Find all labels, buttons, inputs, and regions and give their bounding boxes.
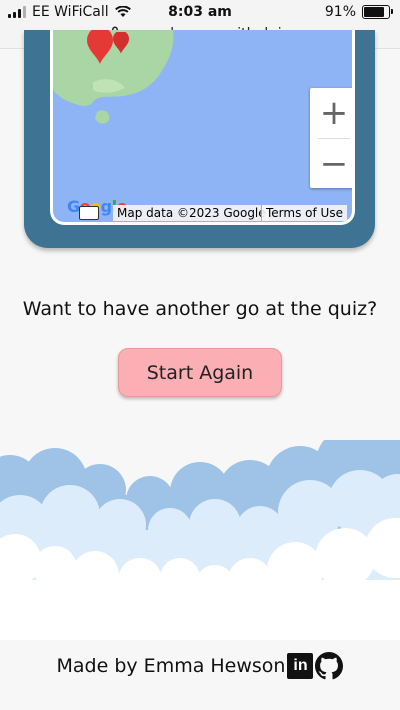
zoom-out-button[interactable]: − — [310, 139, 352, 189]
zoom-in-button[interactable]: + — [310, 88, 352, 138]
terms-link[interactable]: Terms of Use — [261, 205, 347, 221]
map-marker-icon[interactable] — [87, 30, 113, 64]
github-icon[interactable] — [315, 652, 344, 680]
social-links: in — [287, 652, 344, 680]
footer-credit: Made by Emma Hewson — [56, 655, 286, 677]
zoom-control: + − — [310, 88, 352, 189]
clouds-illustration — [0, 440, 400, 640]
status-bar: EE WiFiCall 8:03 am 91% — [0, 0, 400, 26]
map-view[interactable]: + − Google Map data ©2023 Google Terms o… — [50, 30, 355, 225]
play-again-prompt: Want to have another go at the quiz? — [22, 298, 378, 320]
map-attribution: Map data ©2023 Google — [113, 205, 270, 221]
linkedin-icon[interactable]: in — [287, 653, 314, 679]
battery-icon — [362, 5, 393, 19]
battery-info: 91% — [324, 4, 393, 20]
map-card: + − Google Map data ©2023 Google Terms o… — [24, 30, 375, 248]
start-again-button[interactable]: Start Again — [118, 348, 282, 397]
page-footer: Made by Emma Hewson in — [0, 652, 400, 680]
battery-percent: 91% — [324, 4, 356, 20]
map-marker-icon[interactable] — [113, 32, 129, 54]
keyboard-shortcuts-icon[interactable] — [79, 206, 99, 220]
